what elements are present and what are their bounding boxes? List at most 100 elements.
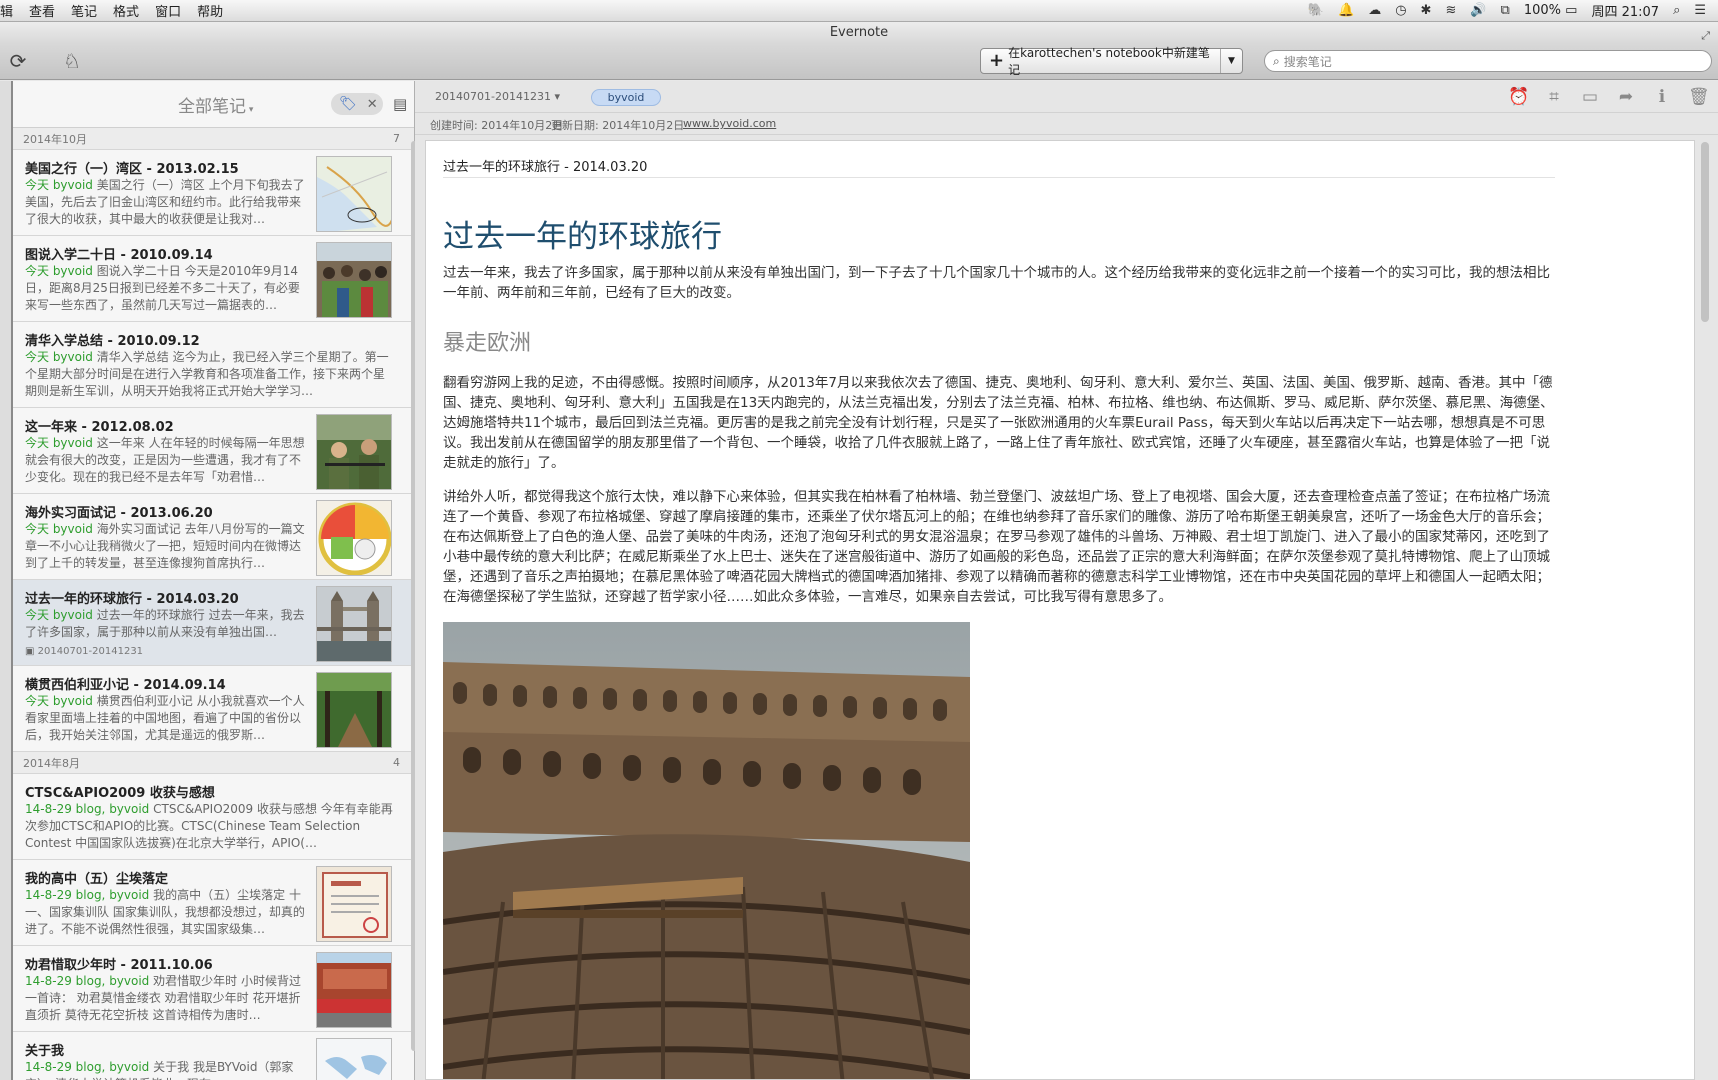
note-header-bar: 20140701-20141231 ▾ byvoid ⏰ ⌗ ▭ ➦ ℹ 🗑 bbox=[415, 81, 1718, 113]
note-thumbnail-certificate bbox=[316, 866, 392, 942]
soldiers-photo bbox=[317, 415, 391, 489]
note-list: 全部笔记 ▾ 🏷 ✕ ▤ 2014年10月 7 美国之行（一）湾区 - 2013… bbox=[13, 81, 417, 1080]
group-count: 7 bbox=[393, 132, 400, 145]
notification-center-icon[interactable]: ☰ bbox=[1694, 3, 1706, 18]
menu-edit[interactable]: 辑 bbox=[0, 1, 21, 20]
note-list-item[interactable]: 美国之行（一）湾区 - 2013.02.15 今天 byvoid 美国之行（一）… bbox=[13, 150, 414, 236]
created-date: 创建时间: 2014年10月2日 bbox=[430, 119, 564, 132]
note-snippet: 今天 byvoid 图说入学二十日 今天是2010年9月14日，距离8月25日报… bbox=[25, 263, 311, 314]
input-method-icon[interactable]: ⧉ bbox=[1501, 3, 1510, 18]
note-list-item-selected[interactable]: 过去一年的环球旅行 - 2014.03.20 今天 byvoid 过去一年的环球… bbox=[13, 580, 414, 666]
note-notebook-name: 20140701-20141231 bbox=[37, 646, 144, 657]
colosseum-image bbox=[443, 622, 970, 1079]
note-title: 过去一年的环球旅行 - 2014.03.20 bbox=[25, 592, 239, 607]
note-list-item[interactable]: 我的高中（五）尘埃落定 14-8-29 blog, byvoid 我的高中（五）… bbox=[13, 860, 414, 946]
note-title: 我的高中（五）尘埃落定 bbox=[25, 872, 169, 887]
note-title: CTSC&APIO2009 收获与感想 bbox=[25, 786, 215, 801]
note-title: 关于我 bbox=[25, 1044, 65, 1059]
note-list-header: 全部笔记 ▾ 🏷 ✕ ▤ bbox=[13, 81, 414, 128]
menu-format[interactable]: 格式 bbox=[105, 1, 147, 20]
note-title-field[interactable]: 过去一年的环球旅行 - 2014.03.20 bbox=[443, 156, 647, 175]
forest-photo bbox=[317, 673, 391, 747]
presentation-icon[interactable]: ▭ bbox=[1580, 87, 1600, 107]
new-note-button[interactable]: + 在karottechen's notebook中新建笔记 ▼ bbox=[980, 46, 1243, 77]
clock[interactable]: 周四 21:07 bbox=[1591, 1, 1659, 20]
battery-status[interactable]: 100% ▭ bbox=[1524, 3, 1578, 18]
note-list-item[interactable]: CTSC&APIO2009 收获与感想 14-8-29 blog, byvoid… bbox=[13, 774, 414, 860]
note-list-item[interactable]: 劝君惜取少年时 - 2011.10.06 14-8-29 blog, byvoi… bbox=[13, 946, 414, 1032]
note-scrollbar[interactable] bbox=[1701, 140, 1711, 1080]
note-thumbnail-group bbox=[316, 952, 392, 1028]
chevron-down-icon: ▾ bbox=[246, 104, 254, 115]
new-note-dropdown[interactable]: ▼ bbox=[1220, 49, 1242, 73]
plus-icon: + bbox=[989, 50, 1005, 71]
note-editor[interactable]: 过去一年的环球旅行 - 2014.03.20 过去一年的环球旅行 过去一年来，我… bbox=[425, 140, 1695, 1080]
menu-window[interactable]: 窗口 bbox=[147, 1, 189, 20]
certificate-image bbox=[317, 867, 391, 941]
activity-icon: ♘ bbox=[63, 49, 81, 73]
activity-button[interactable]: ♘ bbox=[58, 47, 86, 75]
note-scrollbar-thumb[interactable] bbox=[1701, 142, 1709, 322]
group-header: 2014年8月 4 bbox=[13, 752, 414, 774]
note-title: 这一年来 - 2012.08.02 bbox=[25, 420, 174, 435]
note-list-title[interactable]: 全部笔记 ▾ bbox=[178, 92, 253, 117]
bell-icon[interactable]: 🔔 bbox=[1338, 3, 1354, 18]
note-snippet: 14-8-29 blog, byvoid 劝君惜取少年时 小时候背过一首诗： 劝… bbox=[25, 973, 311, 1024]
clear-filter-icon[interactable]: ✕ bbox=[357, 97, 378, 112]
article-paragraph: 讲给外人听，都觉得我这个旅行太快，难以静下心来体验，但其实我在柏林看了柏林墙、勃… bbox=[443, 489, 1550, 605]
note-snippet: 今天 byvoid 清华入学总结 迄今为止，我已经入学三个星期了。第一个星期大部… bbox=[25, 349, 395, 400]
reminder-alarm-icon[interactable]: ⏰ bbox=[1508, 87, 1529, 107]
wifi-icon[interactable]: ≋ bbox=[1445, 3, 1456, 18]
note-snippet: 今天 byvoid 横贯西伯利亚小记 从小我就喜欢一个人看家里面墙上挂着的中国地… bbox=[25, 693, 311, 744]
note-meta: 14-8-29 blog, byvoid bbox=[25, 888, 150, 902]
note-list-item[interactable]: 海外实习面试记 - 2013.06.20 今天 byvoid 海外实习面试记 去… bbox=[13, 494, 414, 580]
tag-chip[interactable]: byvoid bbox=[591, 89, 661, 106]
menu-note[interactable]: 笔记 bbox=[63, 1, 105, 20]
note-snippet: 今天 byvoid 海外实习面试记 去年八月份写的一篇文章一不小心让我稍微火了一… bbox=[25, 521, 311, 572]
info-icon[interactable]: ℹ bbox=[1652, 87, 1672, 107]
bluetooth-icon[interactable]: ✱ bbox=[1421, 3, 1432, 18]
note-list-title-text: 全部笔记 bbox=[178, 96, 246, 117]
note-title: 清华入学总结 - 2010.09.12 bbox=[25, 334, 200, 349]
spotlight-search-icon[interactable]: ⌕ bbox=[1673, 3, 1680, 18]
note-list-item[interactable]: 这一年来 - 2012.08.02 今天 byvoid 这一年来 人在年轻的时候… bbox=[13, 408, 414, 494]
volume-icon[interactable]: 🔊 bbox=[1470, 3, 1486, 18]
window-titlebar: Evernote ⤢ bbox=[0, 22, 1718, 44]
note-list-item[interactable]: 清华入学总结 - 2010.09.12 今天 byvoid 清华入学总结 迄今为… bbox=[13, 322, 414, 408]
new-note-label: 在karottechen's notebook中新建笔记 bbox=[1008, 46, 1210, 77]
note-share-icon[interactable]: ⌗ bbox=[1544, 87, 1564, 107]
chevron-down-icon: ▾ bbox=[554, 90, 560, 103]
note-snippet: 14-8-29 blog, byvoid CTSC&APIO2009 收获与感想… bbox=[25, 801, 395, 852]
sync-icon: ⟳ bbox=[9, 49, 27, 73]
article-subheading: 暴走欧洲 bbox=[443, 331, 532, 356]
search-field[interactable]: ⌕ 搜索笔记 bbox=[1264, 50, 1712, 72]
menu-help[interactable]: 帮助 bbox=[189, 1, 231, 20]
view-options-icon[interactable]: ▤ bbox=[393, 95, 407, 113]
source-url[interactable]: www.byvoid.com bbox=[683, 117, 776, 130]
group-label: 2014年8月 bbox=[23, 756, 80, 770]
forward-icon[interactable]: ➦ bbox=[1616, 87, 1636, 107]
note-title: 劝君惜取少年时 - 2011.10.06 bbox=[25, 958, 213, 973]
note-list-item[interactable]: 横贯西伯利亚小记 - 2014.09.14 今天 byvoid 横贯西伯利亚小记… bbox=[13, 666, 414, 752]
note-title: 海外实习面试记 - 2013.06.20 bbox=[25, 506, 213, 521]
tag-filter-pill[interactable]: 🏷 ✕ bbox=[331, 93, 383, 115]
note-list-item[interactable]: 图说入学二十日 - 2010.09.14 今天 byvoid 图说入学二十日 今… bbox=[13, 236, 414, 322]
notebook-icon: ▣ bbox=[25, 646, 35, 657]
notebook-selector[interactable]: 20140701-20141231 ▾ bbox=[435, 90, 560, 103]
note-thumbnail-crowd bbox=[316, 242, 392, 318]
note-thumbnail-bridge bbox=[316, 586, 392, 662]
cloud-icon[interactable]: ☁ bbox=[1368, 3, 1381, 18]
battery-percent: 100% bbox=[1523, 3, 1562, 18]
sync-button[interactable]: ⟳ bbox=[4, 47, 32, 75]
menu-view[interactable]: 查看 bbox=[21, 1, 63, 20]
note-list-item[interactable]: 关于我 14-8-29 blog, byvoid 关于我 我是BYVoid（郭家… bbox=[13, 1032, 414, 1080]
title-divider bbox=[443, 177, 1555, 178]
note-tools: ⏰ ⌗ ▭ ➦ ℹ 🗑 bbox=[1508, 87, 1710, 107]
time-machine-icon[interactable]: ◷ bbox=[1395, 3, 1406, 18]
trash-icon[interactable]: 🗑 bbox=[1688, 87, 1710, 107]
sidebar-collapsed-edge[interactable] bbox=[0, 81, 13, 1080]
note-title: 横贯西伯利亚小记 - 2014.09.14 bbox=[25, 678, 226, 693]
group-count: 4 bbox=[393, 756, 400, 769]
status-area: 🐘 🔔 ☁ ◷ ✱ ≋ 🔊 ⧉ 100% ▭ 周四 21:07 ⌕ ☰ bbox=[1308, 1, 1718, 20]
evernote-elephant-icon[interactable]: 🐘 bbox=[1308, 3, 1324, 18]
